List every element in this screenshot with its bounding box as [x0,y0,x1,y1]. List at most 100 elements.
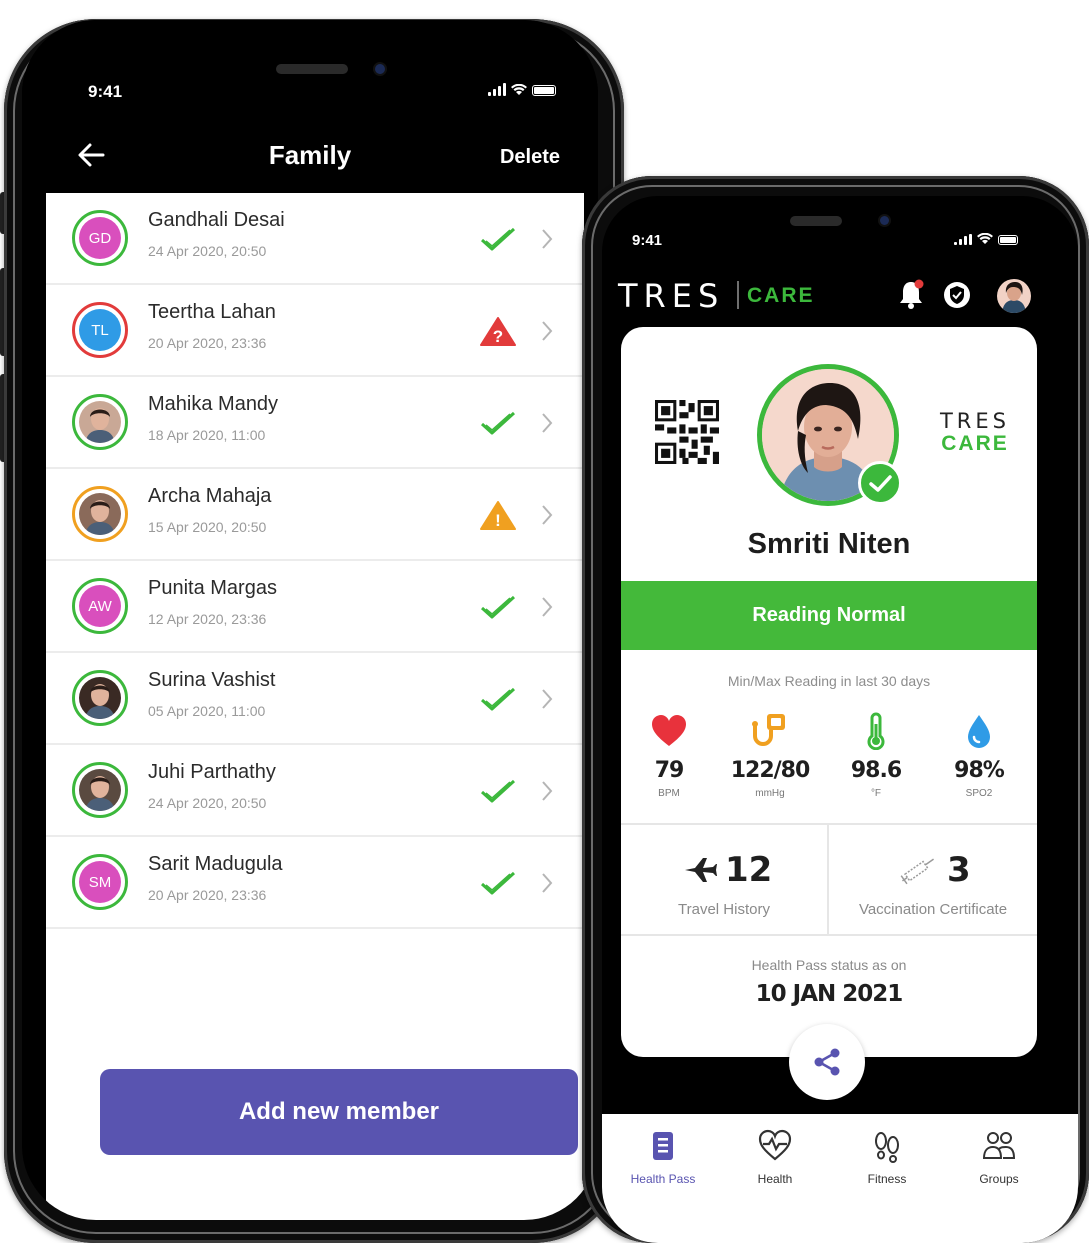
member-list: GD Gandhali Desai 24 Apr 2020, 20:50 TL Teer… [46,193,584,1220]
delete-button[interactable]: Delete [500,146,560,169]
thermometer-icon [867,712,885,750]
avatar [72,670,128,726]
chevron-right-icon[interactable] [540,778,554,804]
syringe-icon [900,858,934,885]
logo-care: CARE [941,432,1009,455]
vital-unit: °F [870,788,882,799]
member-row[interactable]: Mahika Mandy 18 Apr 2020, 11:00 [46,377,584,469]
tres-care-logo: TRES CARE [935,409,1015,455]
member-row[interactable]: AW Punita Margas 12 Apr 2020, 23:36 [46,561,584,653]
share-button[interactable] [789,1024,865,1100]
chevron-right-icon[interactable] [540,502,554,528]
airplane-icon [685,858,717,882]
vital-unit: mmHg [755,788,785,799]
avatar: GD [72,210,128,266]
tab-health-pass[interactable]: Health Pass [608,1128,718,1186]
tab-label: Health Pass [630,1172,696,1186]
reading-status-banner: Reading Normal [621,581,1037,650]
status-icons [954,233,1018,245]
logo-tres: TRES [939,409,1011,433]
health-pass-icon [653,1132,673,1160]
chevron-right-icon[interactable] [540,870,554,896]
vaccination-counter[interactable]: 3 [897,850,971,890]
heart-icon [652,715,686,746]
bell-icon[interactable] [898,278,924,310]
vital-heart-rate: 79 BPM [624,712,714,799]
family-header: 9:41 Family Delete [22,20,598,193]
chevron-right-icon[interactable] [540,686,554,712]
avatar: SM [72,854,128,910]
travel-history-label: Travel History [678,901,770,918]
vital-unit: BPM [658,788,680,799]
brand-care: CARE [747,284,815,307]
member-name: Surina Vashist [148,669,276,691]
vital-unit: SPO2 [965,788,993,799]
battery-icon [532,85,556,96]
vital-blood-pressure: 122/80 mmHg [725,712,815,799]
brand-tres: TRES [618,277,725,315]
avatar-photo [79,769,121,811]
profile-photo [1002,282,1026,313]
member-name: Juhi Parthathy [148,761,276,783]
divider [621,934,1037,936]
check-icon [480,595,516,619]
avatar [72,394,128,450]
member-row[interactable]: GD Gandhali Desai 24 Apr 2020, 20:50 [46,193,584,285]
pass-status-date: 10 JAN 2021 [755,981,904,1007]
add-new-member-button[interactable]: Add new member [100,1069,578,1155]
member-name: Archa Mahaja [148,485,272,507]
member-row[interactable]: TL Teertha Lahan 20 Apr 2020, 23:36? [46,285,584,377]
pass-status-caption: Health Pass status as on [751,957,907,973]
member-row[interactable]: Surina Vashist 05 Apr 2020, 11:00 [46,653,584,745]
vital-spo2: 98% SPO2 [934,712,1024,799]
member-date: 12 Apr 2020, 23:36 [148,611,267,627]
cellular-signal-icon [488,83,506,96]
member-date: 15 Apr 2020, 20:50 [148,519,267,535]
vital-value: 122/80 [730,758,811,783]
check-icon [480,227,516,251]
vital-value: 98.6 [850,758,902,783]
chevron-right-icon[interactable] [540,594,554,620]
avatar-initials: TL [79,309,121,351]
svg-text:!: ! [495,511,501,530]
tab-groups[interactable]: Groups [944,1128,1054,1186]
member-date: 05 Apr 2020, 11:00 [148,703,266,719]
wifi-icon [977,233,993,244]
health-pass-card: TRES CARE Smriti Niten Reading Normal Mi… [621,327,1037,1057]
check-icon [480,871,516,895]
vital-temperature: 98.6 °F [831,712,921,799]
divider [621,823,1037,825]
wifi-icon [511,84,527,95]
brand-divider [737,281,739,309]
qr-code-icon[interactable] [655,400,719,464]
chevron-right-icon[interactable] [540,318,554,344]
share-icon [814,1048,840,1076]
travel-count: 12 [725,850,773,890]
tab-fitness[interactable]: Fitness [832,1128,942,1186]
travel-history-counter[interactable]: 12 [683,850,772,890]
member-name: Gandhali Desai [148,209,285,231]
front-camera [375,64,385,74]
avatar: TL [72,302,128,358]
chevron-right-icon[interactable] [540,410,554,436]
member-date: 20 Apr 2020, 23:36 [148,335,267,351]
footprints-icon [875,1132,899,1163]
groups-icon [982,1132,1016,1159]
tab-health[interactable]: Health [720,1128,830,1186]
minmax-caption: Min/Max Reading in last 30 days [727,673,931,689]
member-row[interactable]: Juhi Parthathy 24 Apr 2020, 20:50 [46,745,584,837]
family-screen: 9:41 Family Delete GD Gandhali Desai 24 Ap… [22,20,598,1220]
member-row[interactable]: SM Sarit Madugula 20 Apr 2020, 23:36 [46,837,584,929]
check-icon [480,779,516,803]
check-icon [480,411,516,435]
avatar [72,762,128,818]
blood-pressure-icon [752,714,785,746]
avatar-photo [79,493,121,535]
user-avatar[interactable] [997,279,1031,313]
member-row[interactable]: Archa Mahaja 15 Apr 2020, 20:50! [46,469,584,561]
front-camera [880,216,889,225]
svg-text:?: ? [493,327,503,346]
chevron-right-icon[interactable] [540,226,554,252]
warning-icon: ! [480,501,516,530]
shield-check-icon[interactable] [942,280,972,310]
